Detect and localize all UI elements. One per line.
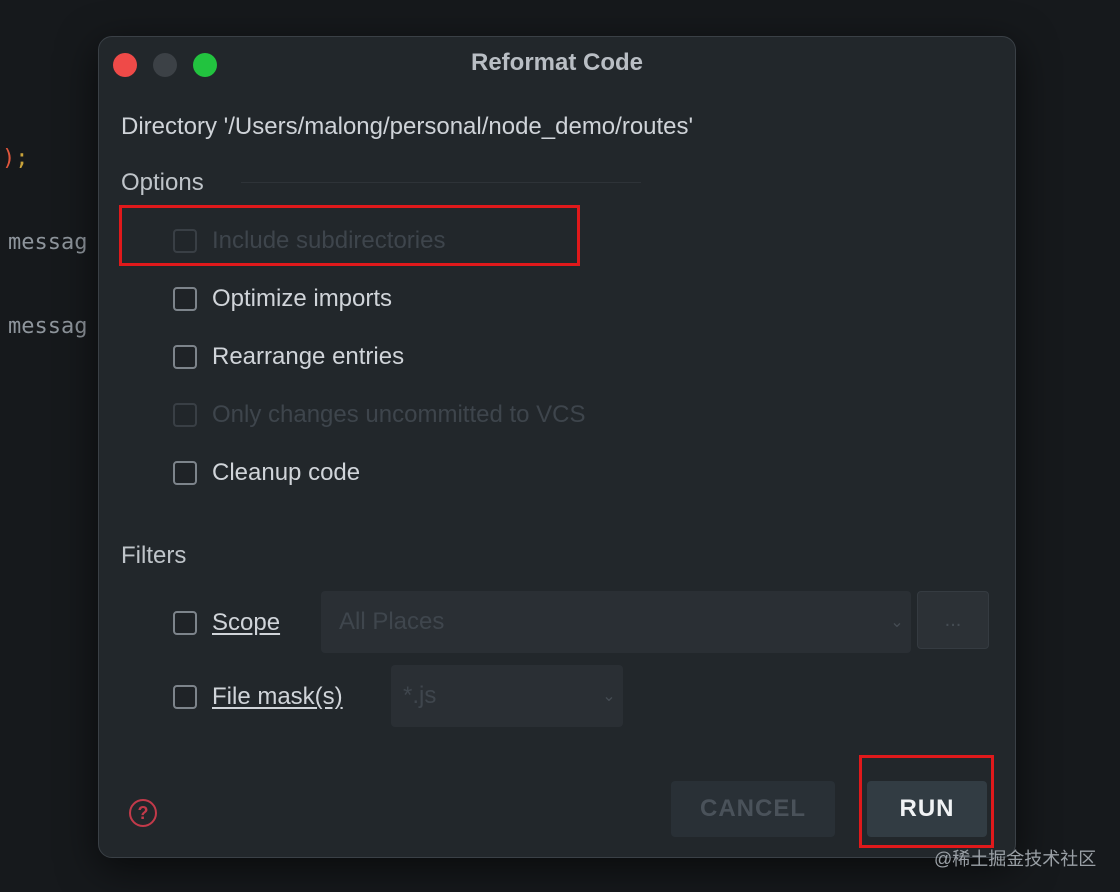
highlight-box-include-subdirectories <box>119 205 580 266</box>
scope-label: Scope <box>212 609 281 636</box>
watermark: @稀土掘金技术社区 <box>934 849 1097 869</box>
editor-code-line: messag <box>8 314 88 339</box>
cleanup-code-checkbox[interactable] <box>173 461 197 485</box>
scope-checkbox[interactable] <box>173 611 197 635</box>
help-icon[interactable]: ? <box>129 799 157 827</box>
file-mask-checkbox[interactable] <box>173 685 197 709</box>
rearrange-entries-option[interactable]: Rearrange entries <box>173 341 404 373</box>
file-mask-label: File mask(s) <box>212 683 343 710</box>
optimize-imports-checkbox[interactable] <box>173 287 197 311</box>
only-vcs-changes-option[interactable]: Only changes uncommitted to VCS <box>173 399 586 431</box>
scope-option[interactable]: Scope <box>173 607 280 639</box>
scope-select[interactable]: All Places ⌄ <box>321 591 911 653</box>
rearrange-entries-label: Rearrange entries <box>212 343 405 370</box>
optimize-imports-option[interactable]: Optimize imports <box>173 283 392 315</box>
file-mask-select[interactable]: *.js ⌄ <box>391 665 623 727</box>
cleanup-code-label: Cleanup code <box>212 459 361 486</box>
file-mask-select-value: *.js <box>403 682 437 709</box>
chevron-down-icon: ⌄ <box>890 614 904 631</box>
cleanup-code-option[interactable]: Cleanup code <box>173 457 360 489</box>
dialog-title: Reformat Code <box>470 49 644 76</box>
editor-code-line: messag <box>8 230 88 255</box>
rearrange-entries-checkbox[interactable] <box>173 345 197 369</box>
options-separator <box>241 182 641 183</box>
file-mask-option[interactable]: File mask(s) <box>173 681 343 713</box>
only-vcs-changes-label: Only changes uncommitted to VCS <box>212 401 586 428</box>
only-vcs-changes-checkbox[interactable] <box>173 403 197 427</box>
optimize-imports-label: Optimize imports <box>212 285 393 312</box>
reformat-code-dialog: Reformat Code Directory '/Users/malong/p… <box>98 36 1016 858</box>
options-heading: Options <box>121 169 204 196</box>
directory-path: Directory '/Users/malong/personal/node_d… <box>121 113 694 140</box>
editor-semicolon: ); <box>2 146 29 171</box>
scope-browse-button[interactable]: ... <box>917 591 989 649</box>
filters-heading: Filters <box>121 542 187 569</box>
highlight-box-run <box>859 755 994 848</box>
editor-code-fragment <box>110 0 610 6</box>
chevron-down-icon: ⌄ <box>602 688 616 705</box>
scope-select-value: All Places <box>339 608 445 635</box>
cancel-button[interactable]: CANCEL <box>671 781 835 837</box>
